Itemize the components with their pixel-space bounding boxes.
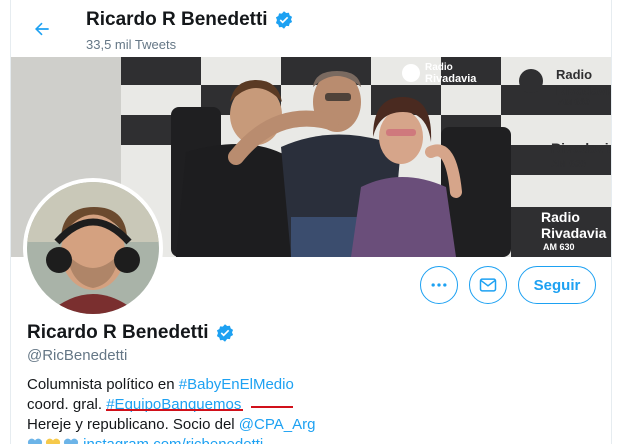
profile-name: Ricardo R Benedetti xyxy=(27,322,235,344)
header-title: Ricardo R Benedetti xyxy=(86,9,294,31)
verified-badge-icon xyxy=(216,324,233,342)
bio-text: Columnista político en xyxy=(27,376,179,393)
message-button[interactable] xyxy=(469,266,507,304)
bio-text: Hereje y republicano. Socio del xyxy=(27,416,239,433)
svg-text:AM 630: AM 630 xyxy=(543,242,575,252)
bio-text: coord. gral. xyxy=(27,396,107,413)
profile-page: Ricardo R Benedetti 33,5 mil Tweets Radi… xyxy=(10,0,612,444)
profile-handle: @RicBenedetti xyxy=(27,347,128,364)
svg-text:Radio: Radio xyxy=(425,62,453,73)
instagram-link[interactable]: instagram.com/ricbenedetti xyxy=(83,436,263,444)
hashtag-link-babyenelmedio[interactable]: #BabyEnElMedio xyxy=(179,376,294,393)
svg-text:Rivadavia: Rivadavia xyxy=(425,73,477,85)
blue-heart-icon xyxy=(27,438,43,444)
svg-text:AM 630: AM 630 xyxy=(558,97,590,107)
more-dots-icon xyxy=(431,283,447,287)
profile-name-text: Ricardo R Benedetti xyxy=(27,322,209,343)
profile-avatar[interactable] xyxy=(23,178,163,318)
annotation-underline xyxy=(251,406,293,408)
header-title-text: Ricardo R Benedetti xyxy=(86,9,268,30)
blue-heart-icon xyxy=(63,438,79,444)
profile-header: Ricardo R Benedetti 33,5 mil Tweets xyxy=(11,0,611,57)
more-options-button[interactable] xyxy=(420,266,458,304)
bio-line-1: Columnista político en #BabyEnElMedio xyxy=(27,375,587,395)
envelope-icon xyxy=(479,278,497,292)
bio-line-2: coord. gral. #EquipoBanquemos xyxy=(27,395,587,415)
yellow-heart-icon xyxy=(45,438,61,444)
avatar-image xyxy=(27,182,159,314)
svg-text:Radio: Radio xyxy=(541,209,580,225)
annotation-underline xyxy=(106,409,243,411)
mention-link-cpa-arg[interactable]: @CPA_Arg xyxy=(239,416,316,433)
svg-text:AM 630: AM 630 xyxy=(551,159,586,170)
svg-text:Radio: Radio xyxy=(556,67,592,82)
bio-line-4: instagram.com/ricbenedetti xyxy=(27,435,587,444)
back-arrow-icon xyxy=(35,22,49,36)
svg-text:Rivadavia: Rivadavia xyxy=(541,225,607,241)
heart-emojis xyxy=(27,438,79,444)
svg-text:Rivadavia: Rivadavia xyxy=(556,83,611,98)
verified-badge-icon xyxy=(275,11,292,29)
bio-line-3: Hereje y republicano. Socio del @CPA_Arg xyxy=(27,415,587,435)
back-button[interactable] xyxy=(27,14,57,44)
follow-button[interactable]: Seguir xyxy=(518,266,596,304)
svg-text:Rivadavia: Rivadavia xyxy=(551,140,611,156)
tweet-count: 33,5 mil Tweets xyxy=(86,37,177,52)
